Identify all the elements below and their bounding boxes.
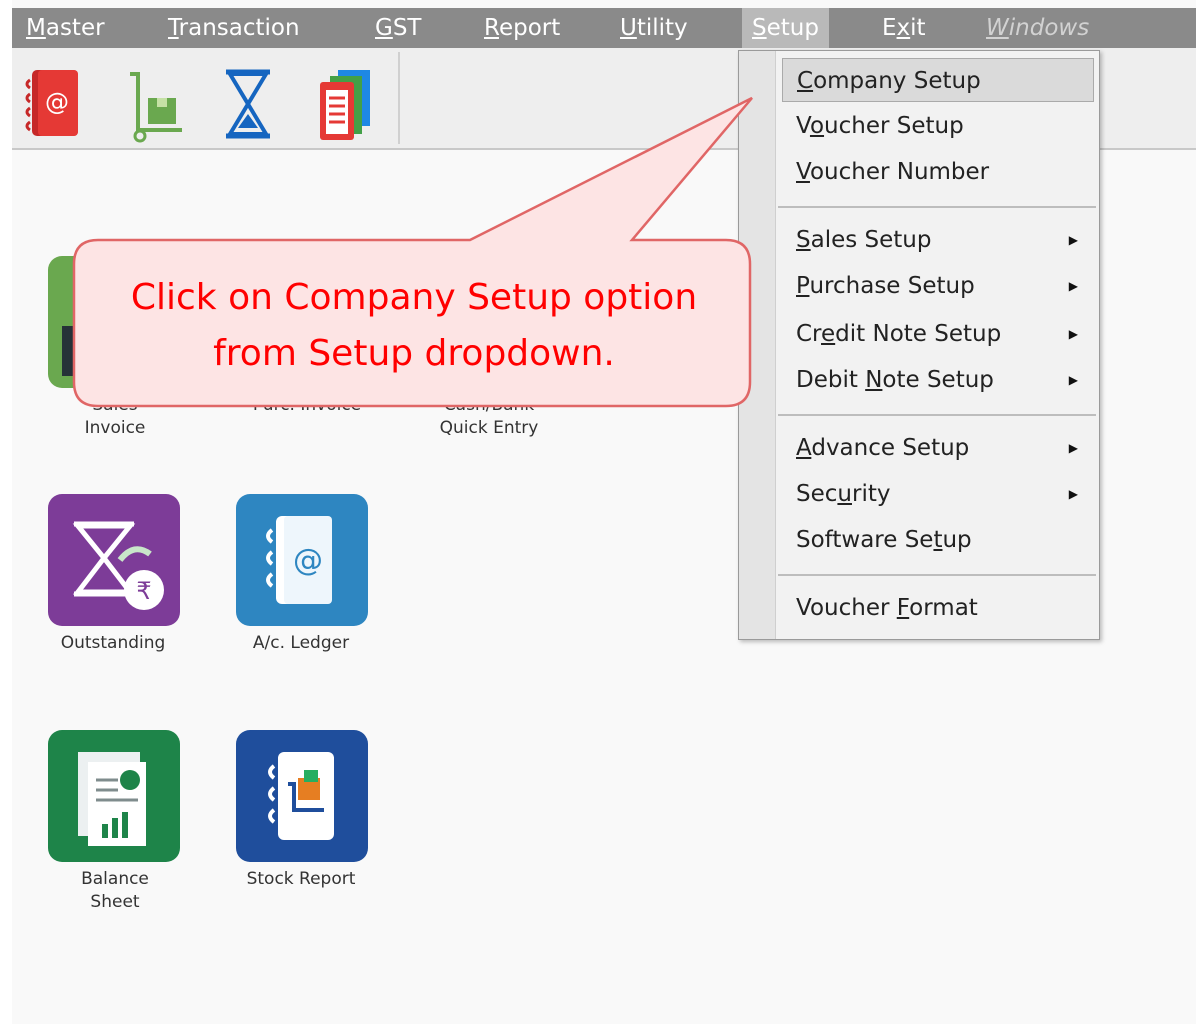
callout-line: from Setup dropdown.	[213, 333, 615, 374]
callout-bubble	[72, 96, 753, 408]
callout-text: Click on Company Setup option from Setup…	[84, 270, 744, 382]
callout-line: Click on Company Setup option	[130, 277, 698, 318]
